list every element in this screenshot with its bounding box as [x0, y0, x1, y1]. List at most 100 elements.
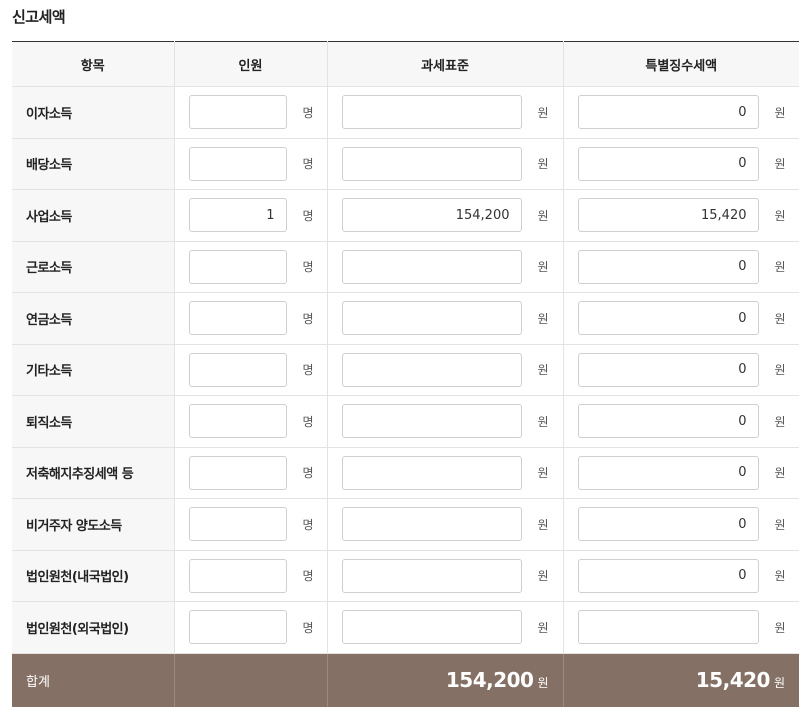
count-cell: 명 — [174, 498, 328, 551]
won-unit: 원 — [537, 569, 549, 584]
count-cell: 명 — [174, 292, 328, 345]
total-tax-cell: 15,420 원 — [563, 653, 799, 707]
base-cell: 원 — [327, 498, 564, 551]
table-row: 법인원천(외국법인) 명 원 원 — [12, 601, 799, 654]
row-label: 연금소득 — [12, 292, 175, 345]
base-cell: 원 — [327, 550, 564, 602]
person-unit: 명 — [302, 208, 314, 223]
won-unit: 원 — [537, 363, 549, 378]
count-input[interactable] — [188, 249, 287, 284]
count-input[interactable] — [188, 146, 287, 181]
withholding-tax-input[interactable] — [577, 352, 759, 387]
count-input[interactable] — [188, 198, 287, 233]
won-unit: 원 — [774, 517, 786, 532]
person-unit: 명 — [302, 157, 314, 172]
tax-base-input[interactable] — [341, 249, 522, 284]
total-tax-unit: 원 — [773, 676, 785, 691]
person-unit: 명 — [302, 517, 314, 532]
person-unit: 명 — [302, 569, 314, 584]
count-input[interactable] — [188, 95, 287, 130]
total-count-cell — [174, 653, 328, 707]
tax-base-input[interactable] — [341, 404, 522, 439]
row-label: 근로소득 — [12, 241, 175, 293]
table-body: 이자소득 명 원 원 배당소득 명 — [12, 86, 799, 654]
count-input[interactable] — [188, 507, 287, 542]
won-unit: 원 — [774, 569, 786, 584]
base-cell: 원 — [327, 241, 564, 293]
won-unit: 원 — [537, 620, 549, 635]
count-input[interactable] — [188, 455, 287, 490]
count-input[interactable] — [188, 558, 287, 593]
count-input[interactable] — [188, 301, 287, 336]
tax-cell: 원 — [563, 498, 799, 551]
total-tax-value: 15,420 — [695, 668, 771, 693]
withholding-tax-input[interactable] — [577, 249, 759, 284]
won-unit: 원 — [774, 311, 786, 326]
header-base: 과세표준 — [327, 41, 564, 87]
tax-cell: 원 — [563, 447, 799, 499]
person-unit: 명 — [302, 311, 314, 326]
total-base-unit: 원 — [537, 676, 549, 691]
tax-cell: 원 — [563, 241, 799, 293]
withholding-tax-input[interactable] — [577, 507, 759, 542]
withholding-tax-input[interactable] — [577, 198, 759, 233]
row-label: 법인원천(내국법인) — [12, 550, 175, 602]
tax-base-input[interactable] — [341, 507, 522, 542]
tax-base-input[interactable] — [341, 352, 522, 387]
person-unit: 명 — [302, 620, 314, 635]
person-unit: 명 — [302, 414, 314, 429]
tax-cell: 원 — [563, 86, 799, 139]
row-label: 배당소득 — [12, 138, 175, 190]
row-label: 퇴직소득 — [12, 395, 175, 448]
row-label: 비거주자 양도소득 — [12, 498, 175, 551]
won-unit: 원 — [774, 260, 786, 275]
base-cell: 원 — [327, 344, 564, 396]
table-row: 비거주자 양도소득 명 원 원 — [12, 498, 799, 551]
tax-base-input[interactable] — [341, 610, 522, 645]
section-title: 신고세액 — [12, 8, 66, 26]
withholding-tax-input[interactable] — [577, 146, 759, 181]
count-cell: 명 — [174, 189, 328, 242]
withholding-tax-input[interactable] — [577, 455, 759, 490]
withholding-tax-input[interactable] — [577, 610, 759, 645]
person-unit: 명 — [302, 466, 314, 481]
tax-cell: 원 — [563, 344, 799, 396]
tax-cell: 원 — [563, 292, 799, 345]
tax-base-input[interactable] — [341, 558, 522, 593]
tax-cell: 원 — [563, 138, 799, 190]
tax-cell: 원 — [563, 189, 799, 242]
won-unit: 원 — [537, 157, 549, 172]
withholding-tax-input[interactable] — [577, 404, 759, 439]
won-unit: 원 — [774, 414, 786, 429]
won-unit: 원 — [774, 466, 786, 481]
table-row: 근로소득 명 원 원 — [12, 241, 799, 293]
count-cell: 명 — [174, 86, 328, 139]
row-label: 이자소득 — [12, 86, 175, 139]
withholding-tax-input[interactable] — [577, 95, 759, 130]
row-label: 법인원천(외국법인) — [12, 601, 175, 654]
header-item: 항목 — [12, 41, 175, 87]
count-cell: 명 — [174, 550, 328, 602]
tax-base-input[interactable] — [341, 146, 522, 181]
tax-report-table: 항목 인원 과세표준 특별징수세액 이자소득 명 원 원 배당소득 — [12, 41, 799, 707]
withholding-tax-input[interactable] — [577, 558, 759, 593]
count-cell: 명 — [174, 601, 328, 654]
won-unit: 원 — [537, 260, 549, 275]
table-row: 저축해지추징세액 등 명 원 원 — [12, 447, 799, 499]
count-input[interactable] — [188, 404, 287, 439]
count-input[interactable] — [188, 352, 287, 387]
tax-base-input[interactable] — [341, 455, 522, 490]
table-row: 기타소득 명 원 원 — [12, 344, 799, 396]
tax-base-input[interactable] — [341, 95, 522, 130]
tax-base-input[interactable] — [341, 301, 522, 336]
base-cell: 원 — [327, 395, 564, 448]
withholding-tax-input[interactable] — [577, 301, 759, 336]
base-cell: 원 — [327, 292, 564, 345]
won-unit: 원 — [774, 363, 786, 378]
table-header-row: 항목 인원 과세표준 특별징수세액 — [12, 41, 799, 87]
won-unit: 원 — [537, 466, 549, 481]
count-input[interactable] — [188, 610, 287, 645]
tax-base-input[interactable] — [341, 198, 522, 233]
person-unit: 명 — [302, 105, 314, 120]
row-label: 사업소득 — [12, 189, 175, 242]
